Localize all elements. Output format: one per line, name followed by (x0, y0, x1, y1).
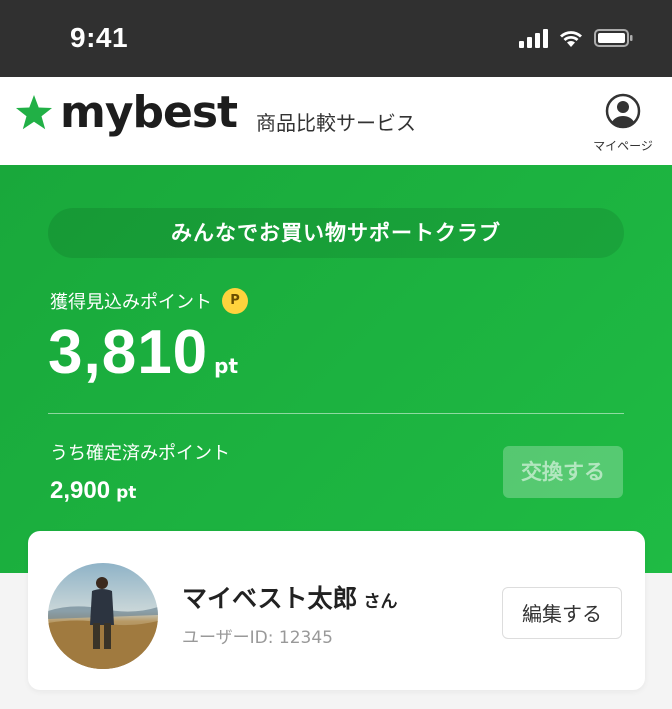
user-name: マイベスト太郎 さん (182, 579, 398, 615)
club-title-banner: みんなでお買い物サポートクラブ (48, 208, 624, 258)
avatar-image (48, 563, 158, 669)
mypage-button[interactable]: マイページ (588, 93, 658, 154)
app-header: mybest 商品比較サービス マイページ (0, 77, 672, 165)
edit-profile-button[interactable]: 編集する (502, 587, 622, 639)
user-honorific: さん (363, 592, 398, 612)
user-id: ユーザーID: 12345 (182, 628, 333, 648)
estimated-points-number: 3,810 (48, 318, 209, 387)
exchange-button[interactable]: 交換する (503, 446, 623, 498)
divider (48, 413, 624, 414)
estimated-points-label: 獲得見込みポイント P (50, 288, 248, 314)
status-bar: 9:41 (0, 0, 672, 77)
avatar (48, 563, 158, 669)
profile-card: マイベスト太郎 さん ユーザーID: 12345 編集する (28, 531, 645, 690)
star-logo-icon (16, 95, 52, 130)
service-tagline: 商品比較サービス (256, 111, 416, 135)
user-circle-icon (605, 93, 641, 129)
status-time: 9:41 (70, 22, 129, 53)
estimated-points-value: 3,810 pt (48, 317, 238, 388)
confirmed-points-label: うち確定済みポイント (50, 443, 230, 464)
points-panel: みんなでお買い物サポートクラブ 獲得見込みポイント P 3,810 pt うち確… (0, 165, 672, 573)
signal-icon (519, 28, 548, 48)
user-name-text: マイベスト太郎 (182, 584, 358, 613)
confirmed-points-value: 2,900 pt (50, 477, 136, 505)
wifi-icon (560, 31, 582, 47)
estimated-points-unit: pt (214, 354, 239, 378)
confirmed-points-unit: pt (116, 483, 137, 503)
battery-icon (594, 29, 633, 47)
logo-text: mybest (60, 87, 238, 138)
status-icons (519, 28, 634, 48)
confirmed-points-number: 2,900 (50, 477, 111, 504)
mybest-logo[interactable]: mybest (14, 87, 238, 138)
point-coin-icon: P (222, 288, 248, 314)
estimated-label-text: 獲得見込みポイント (50, 292, 212, 313)
mypage-label: マイページ (593, 139, 653, 153)
